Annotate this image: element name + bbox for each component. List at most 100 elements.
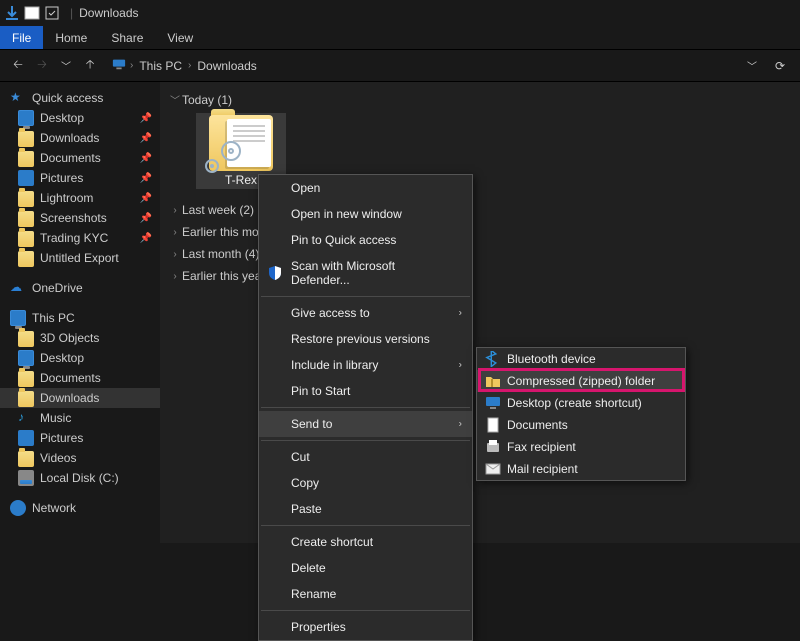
sidebar-item[interactable]: Desktop📌 <box>0 108 160 128</box>
sidebar-network[interactable]: Network <box>0 498 160 518</box>
sidebar-onedrive[interactable]: ☁OneDrive <box>0 278 160 298</box>
ctx-copy[interactable]: Copy <box>259 470 472 496</box>
sidebar-item[interactable]: ♪ Music <box>0 408 160 428</box>
group-label: Last week (2) <box>182 203 254 217</box>
menu-label: Pin to Start <box>291 384 350 398</box>
ctx-open[interactable]: Open <box>259 175 472 201</box>
back-button[interactable]: 🡠 <box>6 54 30 78</box>
sidebar-item-label: Trading KYC <box>40 231 108 245</box>
ctx-open-new-window[interactable]: Open in new window <box>259 201 472 227</box>
menu-separator <box>261 610 470 611</box>
sendto-documents[interactable]: Documents <box>477 414 685 436</box>
folder-icon <box>18 191 34 207</box>
chevron-right-icon: › <box>186 60 193 71</box>
sidebar-item[interactable]: Desktop <box>0 348 160 368</box>
menu-label: Give access to <box>291 306 370 320</box>
ctx-restore-versions[interactable]: Restore previous versions <box>259 326 472 352</box>
forward-button[interactable]: 🡢 <box>30 54 54 78</box>
ctx-rename[interactable]: Rename <box>259 581 472 607</box>
music-icon: ♪ <box>18 410 34 426</box>
sendto-compressed-folder[interactable]: Compressed (zipped) folder <box>477 370 685 392</box>
sidebar-item[interactable]: Untitled Export <box>0 248 160 268</box>
sidebar-item[interactable]: Pictures <box>0 428 160 448</box>
tab-file[interactable]: File <box>0 26 43 49</box>
address-bar[interactable]: › This PC › Downloads <box>110 57 730 74</box>
breadcrumb-downloads[interactable]: Downloads <box>193 59 260 73</box>
ctx-give-access[interactable]: Give access to› <box>259 300 472 326</box>
pin-icon: 📌 <box>140 213 152 224</box>
sidebar-item[interactable]: Documents📌 <box>0 148 160 168</box>
sidebar-item-downloads[interactable]: Downloads <box>0 388 160 408</box>
sidebar-thispc[interactable]: This PC <box>0 308 160 328</box>
sendto-mail[interactable]: Mail recipient <box>477 458 685 480</box>
properties-quick-icon[interactable] <box>44 5 60 21</box>
refresh-button[interactable]: ⟳ <box>766 59 794 73</box>
sidebar-item[interactable]: Documents <box>0 368 160 388</box>
chevron-right-icon: › <box>168 271 182 282</box>
monitor-icon <box>18 350 34 366</box>
window-title: Downloads <box>79 6 138 20</box>
ctx-send-to[interactable]: Send to› <box>259 411 472 437</box>
sidebar-item-label: Quick access <box>32 91 103 105</box>
sidebar-item-label: Lightroom <box>40 191 93 205</box>
sidebar-item[interactable]: Downloads📌 <box>0 128 160 148</box>
menu-separator <box>261 407 470 408</box>
group-label: Today (1) <box>182 93 232 107</box>
ctx-pin-start[interactable]: Pin to Start <box>259 378 472 404</box>
ctx-paste[interactable]: Paste <box>259 496 472 522</box>
zip-folder-icon <box>485 373 501 389</box>
chevron-right-icon: › <box>459 360 462 371</box>
new-folder-quick-icon[interactable] <box>24 5 40 21</box>
tab-view[interactable]: View <box>155 26 205 49</box>
star-icon: ★ <box>10 90 26 106</box>
folder-icon <box>18 131 34 147</box>
menu-label: Open <box>291 181 320 195</box>
sidebar-item-label: Pictures <box>40 171 83 185</box>
menu-separator <box>261 296 470 297</box>
menu-label: Open in new window <box>291 207 402 221</box>
menu-label: Send to <box>291 417 332 431</box>
sidebar-quickaccess[interactable]: ★ Quick access <box>0 88 160 108</box>
ctx-include-library[interactable]: Include in library› <box>259 352 472 378</box>
up-button[interactable]: 🡡 <box>78 54 102 78</box>
network-icon <box>10 500 26 516</box>
ctx-cut[interactable]: Cut <box>259 444 472 470</box>
pc-icon <box>110 57 128 74</box>
sendto-bluetooth[interactable]: Bluetooth device <box>477 348 685 370</box>
sidebar-item[interactable]: Local Disk (C:) <box>0 468 160 488</box>
menu-label: Compressed (zipped) folder <box>507 374 655 388</box>
sidebar-item[interactable]: Pictures📌 <box>0 168 160 188</box>
ctx-pin-quickaccess[interactable]: Pin to Quick access <box>259 227 472 253</box>
ctx-scan-defender[interactable]: Scan with Microsoft Defender... <box>259 253 472 293</box>
sidebar-item-label: Music <box>40 411 71 425</box>
menu-label: Restore previous versions <box>291 332 430 346</box>
folder-icon <box>18 211 34 227</box>
group-header-today[interactable]: ﹀Today (1) <box>168 90 800 109</box>
chevron-right-icon: › <box>168 227 182 238</box>
sendto-desktop-shortcut[interactable]: Desktop (create shortcut) <box>477 392 685 414</box>
address-dropdown[interactable]: ﹀ <box>738 58 766 73</box>
sidebar-item-label: Desktop <box>40 351 84 365</box>
sidebar-item[interactable]: Lightroom📌 <box>0 188 160 208</box>
ctx-properties[interactable]: Properties <box>259 614 472 640</box>
ctx-create-shortcut[interactable]: Create shortcut <box>259 529 472 555</box>
mail-icon <box>485 461 501 477</box>
sidebar-item-label: Screenshots <box>40 211 107 225</box>
ctx-delete[interactable]: Delete <box>259 555 472 581</box>
sidebar-item[interactable]: Trading KYC📌 <box>0 228 160 248</box>
sidebar-item[interactable]: Screenshots 📌 <box>0 208 160 228</box>
group-label: Last month (4) <box>182 247 259 261</box>
sidebar-item[interactable]: Videos <box>0 448 160 468</box>
sendto-fax[interactable]: Fax recipient <box>477 436 685 458</box>
sidebar-item[interactable]: 3D Objects <box>0 328 160 348</box>
chevron-right-icon: › <box>168 249 182 260</box>
recent-dropdown[interactable]: ﹀ <box>54 54 78 78</box>
breadcrumb-thispc[interactable]: This PC <box>135 59 186 73</box>
chevron-right-icon: › <box>128 60 135 71</box>
menu-label: Properties <box>291 620 346 634</box>
nav-bar: 🡠 🡢 ﹀ 🡡 › This PC › Downloads ﹀ ⟳ <box>0 50 800 82</box>
drive-icon <box>18 470 34 486</box>
pin-icon: 📌 <box>140 133 152 144</box>
tab-home[interactable]: Home <box>43 26 99 49</box>
tab-share[interactable]: Share <box>99 26 155 49</box>
